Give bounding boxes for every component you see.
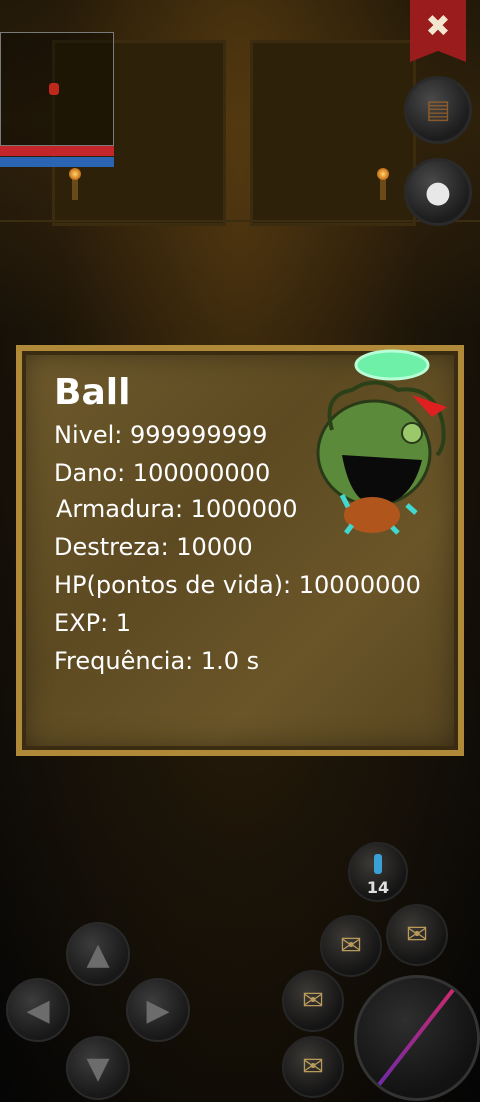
chat-button[interactable]: ●: [404, 158, 472, 226]
chat-bubble-icon: ●: [424, 174, 452, 210]
scroll-icon: ✉: [340, 931, 362, 961]
sword-icon: [372, 979, 462, 1093]
dpad-left-button[interactable]: ◀: [6, 978, 70, 1042]
skill-slot-4[interactable]: ✉: [282, 1036, 344, 1098]
dpad-down-button[interactable]: ▼: [66, 1036, 130, 1100]
stat-armor: Armadura: 1000000: [56, 495, 298, 523]
monster-name: Ball: [54, 372, 131, 413]
stat-damage: Dano: 100000000: [54, 459, 271, 487]
scroll-icon: ✉: [302, 1052, 324, 1082]
stat-frequency: Frequência: 1.0 s: [54, 647, 260, 675]
potion-count: 14: [366, 878, 390, 897]
scroll-icon: ✉: [406, 920, 428, 950]
player-marker-icon: [49, 83, 59, 95]
bag-icon: ▤: [425, 95, 451, 125]
monster-portrait: [316, 349, 447, 535]
potion-icon: [374, 854, 382, 874]
crossed-tools-icon: ✖: [425, 9, 451, 44]
torch-icon: [69, 168, 81, 200]
potion-slot[interactable]: 14: [348, 842, 408, 902]
hp-bar: [0, 146, 114, 156]
stat-dexterity: Destreza: 10000: [54, 533, 253, 561]
floor-edge: [0, 220, 480, 222]
inventory-button[interactable]: ▤: [404, 76, 472, 144]
attack-button[interactable]: [354, 975, 480, 1101]
torch-icon: [377, 168, 389, 200]
minimap[interactable]: [0, 32, 114, 146]
stat-exp: EXP: 1: [54, 609, 132, 637]
scroll-icon: ✉: [302, 986, 324, 1016]
skill-slot-1[interactable]: ✉: [320, 915, 382, 977]
skill-slot-2[interactable]: ✉: [386, 904, 448, 966]
stat-hp: HP(pontos de vida): 10000000: [54, 571, 421, 599]
monster-info-panel: Ball Nivel: 999999999 Dano: 100000000 Ar…: [16, 345, 464, 756]
stat-level: Nivel: 999999999: [54, 421, 268, 449]
dpad-right-button[interactable]: ▶: [126, 978, 190, 1042]
mp-bar: [0, 157, 114, 167]
dpad-up-button[interactable]: ▲: [66, 922, 130, 986]
dungeon-wall-right: [250, 40, 416, 226]
skill-slot-3[interactable]: ✉: [282, 970, 344, 1032]
